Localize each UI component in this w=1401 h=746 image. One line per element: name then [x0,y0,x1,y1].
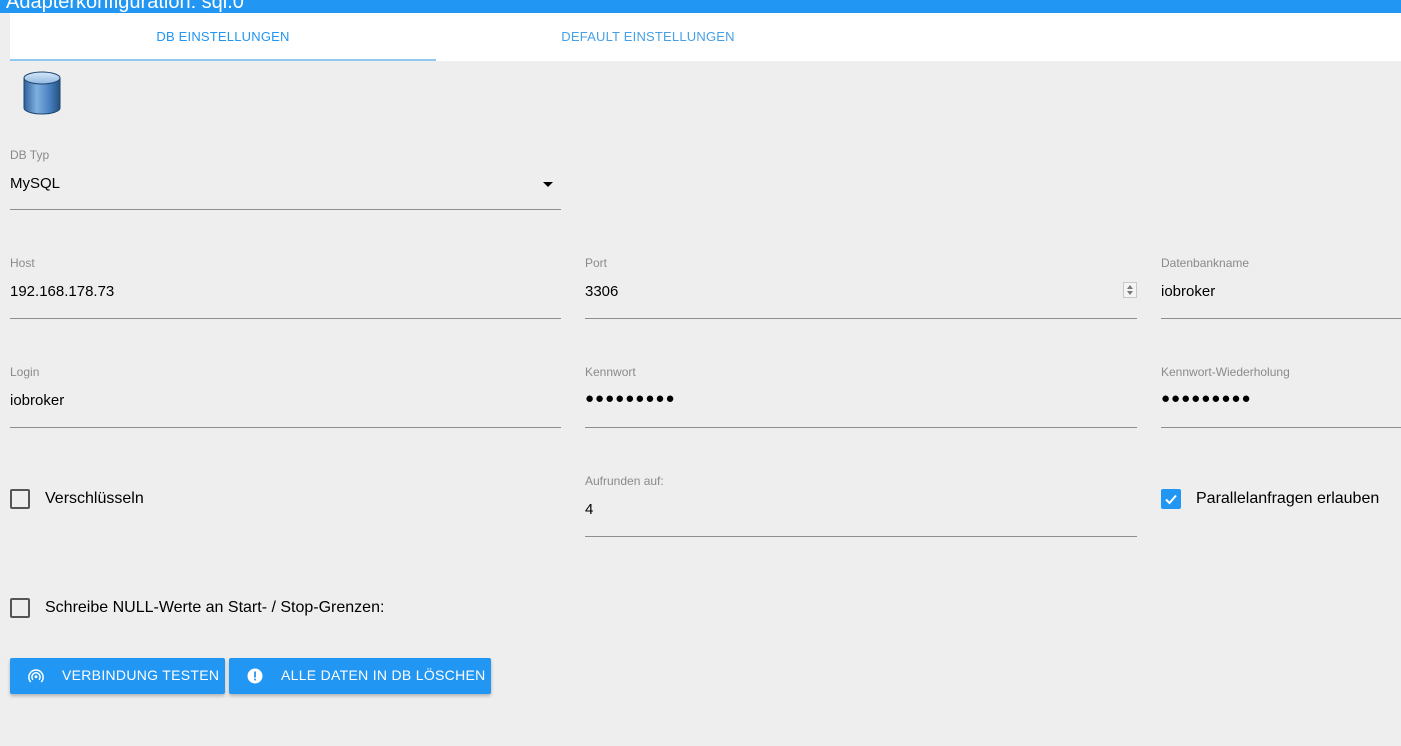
round-label: Aufrunden auf: [585,474,664,488]
login-label: Login [10,365,40,379]
tab-db-settings[interactable]: DB EINSTELLUNGEN [10,13,436,61]
write-null-checkbox-label: Schreibe NULL-Werte an Start- / Stop-Gre… [45,599,385,616]
check-icon [1165,494,1177,505]
delete-all-data-button[interactable]: ALLE DATEN IN DB LÖSCHEN [229,658,491,694]
db-type-value: MySQL [10,175,61,192]
host-underline [10,318,561,319]
port-value: 3306 [585,283,619,300]
encrypt-checkbox-box[interactable] [10,489,30,509]
login-underline [10,427,561,428]
encrypt-checkbox[interactable]: Verschlüsseln [10,489,310,511]
db-type-select[interactable]: DB Typ MySQL [10,148,561,210]
title-bar: Adapterkonfiguration: sql.0 [0,0,1401,13]
alert-circle-icon [247,668,263,684]
tab-bar: DB EINSTELLUNGEN DEFAULT EINSTELLUNGEN [10,13,1401,61]
write-null-checkbox-box[interactable] [10,598,30,618]
port-field[interactable]: Port 3306 [585,256,1137,319]
login-value: iobroker [10,392,65,409]
host-field[interactable]: Host 192.168.178.73 [10,256,561,319]
round-value: 4 [585,501,594,518]
password-repeat-value: ●●●●●●●●● [1161,390,1252,407]
password-label: Kennwort [585,365,636,379]
parallel-checkbox[interactable]: Parallelanfragen erlauben [1161,489,1401,511]
delete-all-data-label: ALLE DATEN IN DB LÖSCHEN [281,667,486,683]
port-underline [585,318,1137,319]
db-name-field[interactable]: Datenbankname iobroker [1161,256,1401,319]
stepper-down-icon[interactable] [1127,291,1133,295]
window-title: Adapterkonfiguration: sql.0 [6,0,244,13]
test-connection-button[interactable]: VERBINDUNG TESTEN [10,658,225,694]
wifi-tethering-icon [28,669,44,683]
tab-default-settings[interactable]: DEFAULT EINSTELLUNGEN [436,13,860,61]
password-repeat-field[interactable]: Kennwort-Wiederholung ●●●●●●●●● [1161,365,1401,428]
db-name-underline [1161,318,1401,319]
stepper-up-icon[interactable] [1127,285,1133,289]
parallel-checkbox-box[interactable] [1161,489,1181,509]
login-field[interactable]: Login iobroker [10,365,561,428]
password-field[interactable]: Kennwort ●●●●●●●●● [585,365,1137,428]
password-repeat-label: Kennwort-Wiederholung [1161,365,1290,379]
round-field[interactable]: Aufrunden auf: 4 [585,474,1137,537]
password-repeat-underline [1161,427,1401,428]
round-underline [585,536,1137,537]
db-name-value: iobroker [1161,283,1216,300]
host-label: Host [10,256,35,270]
parallel-checkbox-label: Parallelanfragen erlauben [1196,490,1380,507]
test-connection-label: VERBINDUNG TESTEN [62,667,220,683]
password-underline [585,427,1137,428]
db-type-label: DB Typ [10,148,50,162]
write-null-checkbox[interactable]: Schreibe NULL-Werte an Start- / Stop-Gre… [10,598,510,620]
encrypt-checkbox-label: Verschlüsseln [45,490,144,507]
port-label: Port [585,256,608,270]
dropdown-arrow-icon [543,182,553,187]
host-value: 192.168.178.73 [10,283,115,300]
tab-indicator [10,59,436,61]
db-name-label: Datenbankname [1161,256,1250,270]
password-value: ●●●●●●●●● [585,390,676,407]
database-icon [22,70,62,118]
db-type-underline [10,209,561,210]
port-stepper[interactable] [1123,282,1137,298]
